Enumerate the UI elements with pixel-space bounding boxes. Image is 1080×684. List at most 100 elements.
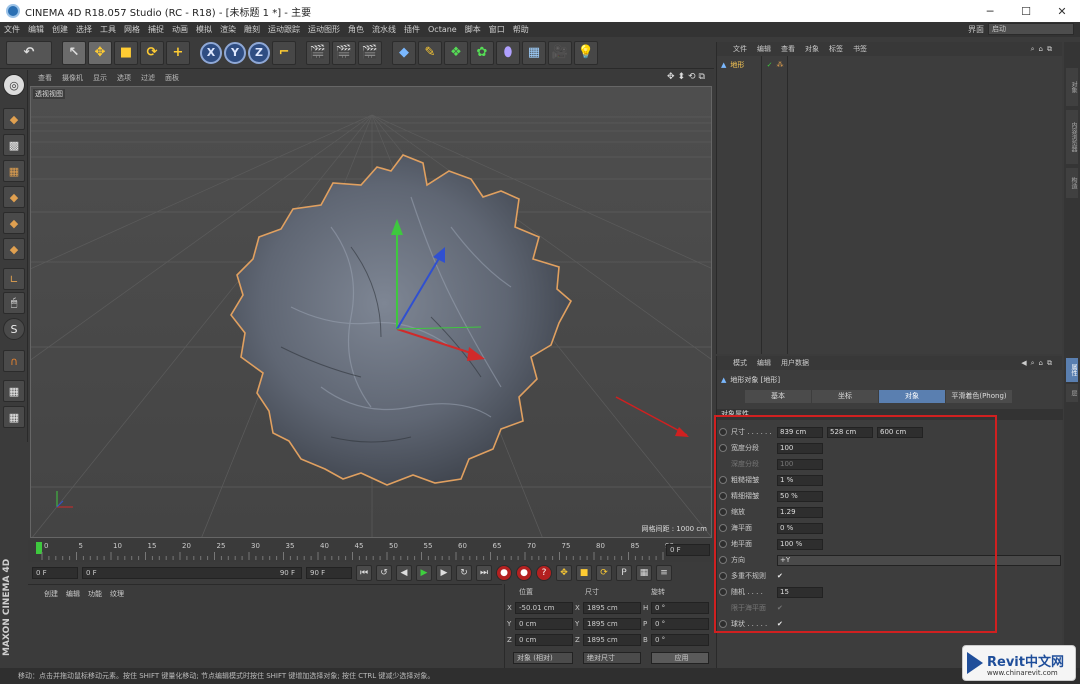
tab-object[interactable]: 对象 xyxy=(879,390,945,403)
menu-tools[interactable]: 工具 xyxy=(96,24,120,35)
key-rotation-icon[interactable]: ⟳ xyxy=(596,565,612,581)
points-mode-icon[interactable]: ◆ xyxy=(3,186,25,208)
menu-window[interactable]: 窗口 xyxy=(485,24,509,35)
model-mode-icon[interactable]: ◆ xyxy=(3,108,25,130)
viewport-menu-view[interactable]: 查看 xyxy=(38,73,52,83)
live-select-icon[interactable]: + xyxy=(166,40,190,65)
tab-coordinates[interactable]: 坐标 xyxy=(812,390,878,403)
menu-help[interactable]: 帮助 xyxy=(509,24,533,35)
object-row-terrain[interactable]: ▲ 地形 ⁞ ✓ ⁂ xyxy=(721,60,784,70)
menu-pipeline[interactable]: 流水线 xyxy=(368,24,400,35)
render-view-icon[interactable]: 🎬 xyxy=(306,40,330,65)
tab-basic[interactable]: 基本 xyxy=(745,390,811,403)
menu-sculpt[interactable]: 雕刻 xyxy=(240,24,264,35)
light-icon[interactable]: 💡 xyxy=(574,40,598,65)
viewport-menu-filter[interactable]: 过滤 xyxy=(141,73,155,83)
menu-select[interactable]: 选择 xyxy=(72,24,96,35)
menu-octane[interactable]: Octane xyxy=(424,25,461,34)
objects-menu-bookmarks[interactable]: 书签 xyxy=(853,44,867,54)
menu-script[interactable]: 脚本 xyxy=(461,24,485,35)
keyframe-selection-icon[interactable]: ? xyxy=(536,565,552,581)
side-tab-structure[interactable]: 构造 xyxy=(1066,168,1078,198)
material-menu-edit[interactable]: 编辑 xyxy=(66,589,80,599)
layout-select[interactable]: 启动 xyxy=(988,23,1074,35)
goto-start-icon[interactable]: ⏮ xyxy=(356,565,372,581)
camera-icon[interactable]: 🎥 xyxy=(548,40,572,65)
material-menu-function[interactable]: 功能 xyxy=(88,589,102,599)
phong-tag-icon[interactable]: ⁂ xyxy=(777,61,784,69)
rotate-tool-icon[interactable]: ⟳ xyxy=(140,40,164,65)
menu-simulate[interactable]: 模拟 xyxy=(192,24,216,35)
tweak-mode-icon[interactable]: 🖱 xyxy=(3,292,25,314)
autokey-icon[interactable]: ● xyxy=(516,565,532,581)
menu-mesh[interactable]: 网格 xyxy=(120,24,144,35)
objects-menu-view[interactable]: 查看 xyxy=(781,44,795,54)
z-axis-lock-icon[interactable]: Z xyxy=(248,41,270,64)
start-frame-field[interactable]: 0 F xyxy=(32,567,78,579)
pen-spline-icon[interactable]: ✎ xyxy=(418,40,442,65)
perspective-viewport[interactable]: 透视视图 网格间距 : 1000 cm xyxy=(30,86,712,538)
menu-motion-tracker[interactable]: 运动跟踪 xyxy=(264,24,304,35)
timeline-ruler[interactable]: 051015202530354045505560657075808590 0 F xyxy=(28,540,714,562)
maximize-button[interactable]: ☐ xyxy=(1008,0,1044,22)
attributes-menu-userdata[interactable]: 用户数据 xyxy=(781,358,809,368)
array-icon[interactable]: ✿ xyxy=(470,40,494,65)
object-name[interactable]: 地形 xyxy=(730,60,744,70)
objects-menu-edit[interactable]: 编辑 xyxy=(757,44,771,54)
menu-mograph[interactable]: 运动图形 xyxy=(304,24,344,35)
viewport-menu-panel[interactable]: 面板 xyxy=(165,73,179,83)
render-picture-viewer-icon[interactable]: 🎬 xyxy=(332,40,356,65)
record-icon[interactable]: ● xyxy=(496,565,512,581)
menu-edit[interactable]: 编辑 xyxy=(24,24,48,35)
objects-menu-objects[interactable]: 对象 xyxy=(805,44,819,54)
menu-file[interactable]: 文件 xyxy=(0,24,24,35)
material-menu-texture[interactable]: 纹理 xyxy=(110,589,124,599)
rotation-h-field[interactable]: 0 ° xyxy=(651,602,709,614)
attributes-menu-edit[interactable]: 编辑 xyxy=(757,358,771,368)
tab-phong[interactable]: 平滑着色(Phong) xyxy=(946,390,1012,403)
undo-icon[interactable]: ↶ xyxy=(6,40,52,65)
objects-menu-tags[interactable]: 标签 xyxy=(829,44,843,54)
side-tab-attributes[interactable]: 属性 xyxy=(1066,358,1078,382)
axis-mode-icon[interactable]: ∟ xyxy=(3,268,25,290)
frame-range-slider[interactable]: 0 F 90 F xyxy=(82,567,302,579)
key-param-icon[interactable]: P xyxy=(616,565,632,581)
subdivision-surface-icon[interactable]: ❖ xyxy=(444,40,468,65)
snap-icon[interactable]: S xyxy=(3,318,25,340)
prev-frame-icon[interactable]: ◀ xyxy=(396,565,412,581)
close-button[interactable]: ✕ xyxy=(1044,0,1080,22)
size-x-field[interactable]: 1895 cm xyxy=(583,602,641,614)
texture-mode-icon[interactable]: ▩ xyxy=(3,134,25,156)
cube-primitive-icon[interactable]: ◆ xyxy=(392,40,416,65)
key-pla-icon[interactable]: ▦ xyxy=(636,565,652,581)
prev-key-icon[interactable]: ↺ xyxy=(376,565,392,581)
size-y-field[interactable]: 1895 cm xyxy=(583,618,641,630)
deformer-icon[interactable]: ⬮ xyxy=(496,40,520,65)
position-x-field[interactable]: -50.01 cm xyxy=(515,602,573,614)
menu-snap[interactable]: 捕捉 xyxy=(144,24,168,35)
size-mode-select[interactable]: 绝对尺寸 xyxy=(583,652,641,664)
menu-animate[interactable]: 动画 xyxy=(168,24,192,35)
objects-search-icon[interactable]: ⌕⌂⧉ xyxy=(1031,45,1056,54)
objects-menu-file[interactable]: 文件 xyxy=(733,44,747,54)
viewport-menu-options[interactable]: 选项 xyxy=(117,73,131,83)
workplane-lock-icon[interactable]: ▦ xyxy=(3,380,25,402)
floor-icon[interactable]: ▦ xyxy=(522,40,546,65)
position-y-field[interactable]: 0 cm xyxy=(515,618,573,630)
viewport-menu-display[interactable]: 显示 xyxy=(93,73,107,83)
key-scale-icon[interactable]: ■ xyxy=(576,565,592,581)
material-menu-create[interactable]: 创建 xyxy=(44,589,58,599)
y-axis-lock-icon[interactable]: Y xyxy=(224,41,246,64)
position-z-field[interactable]: 0 cm xyxy=(515,634,573,646)
menu-plugins[interactable]: 插件 xyxy=(400,24,424,35)
scale-tool-icon[interactable]: ■ xyxy=(114,40,138,65)
next-frame-icon[interactable]: ▶ xyxy=(436,565,452,581)
coord-mode-select[interactable]: 对象 (相对) xyxy=(513,652,573,664)
timeline-end-field[interactable]: 0 F xyxy=(666,544,710,556)
apply-button[interactable]: 应用 xyxy=(651,652,709,664)
playhead-marker[interactable] xyxy=(36,542,42,554)
magnet-icon[interactable]: ∩ xyxy=(3,350,25,372)
attributes-nav-icons[interactable]: ◀⌕⌂⧉ xyxy=(1021,359,1056,368)
rotation-b-field[interactable]: 0 ° xyxy=(651,634,709,646)
key-position-icon[interactable]: ✥ xyxy=(556,565,572,581)
